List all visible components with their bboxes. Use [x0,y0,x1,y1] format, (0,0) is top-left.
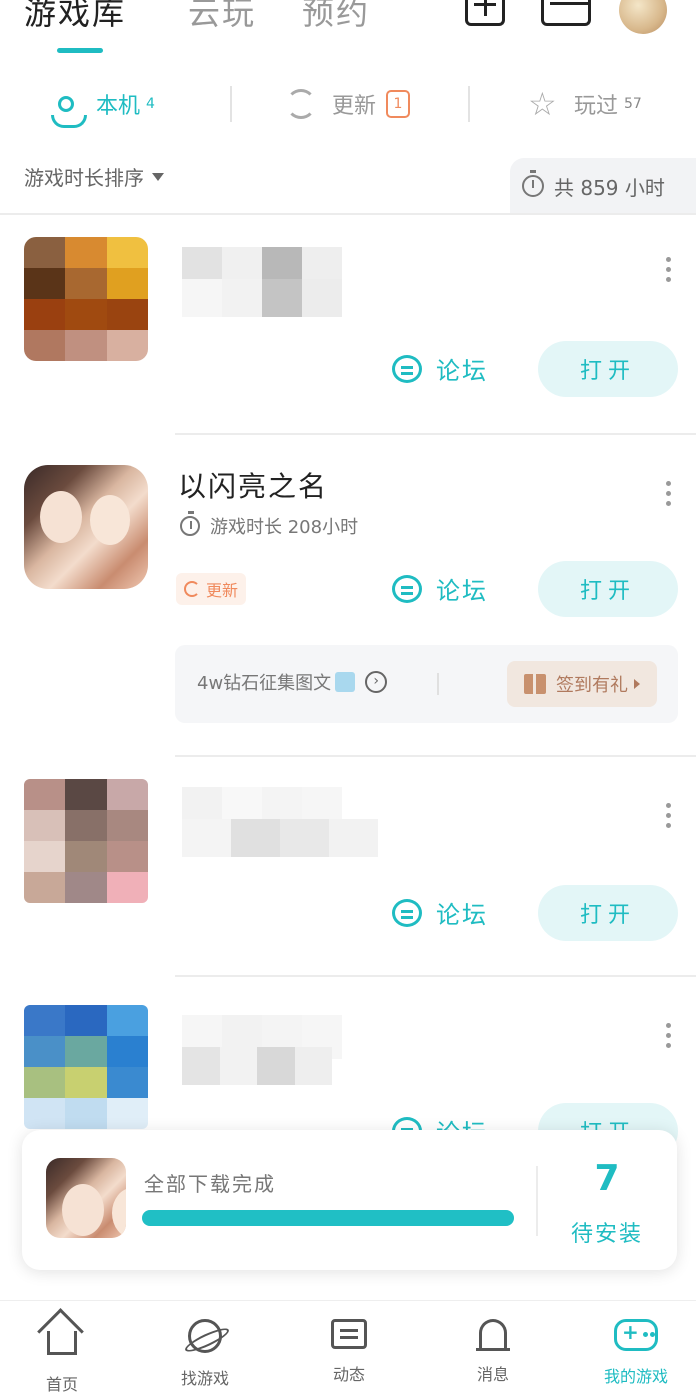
nav-feed-label: 动态 [332,1365,365,1384]
open-button[interactable]: 打开 [538,561,678,617]
filter-row: 本机 4 更新 1 ☆ 玩过 57 [0,70,696,140]
filter-played-count: 57 [624,96,642,112]
more-options-icon[interactable] [666,257,672,282]
game-card: 论坛 打开 [0,757,696,977]
nav-feed[interactable]: 动态 [299,1319,399,1385]
play-time-label: 游戏时长 208小时 [210,517,359,538]
forum-label: 论坛 [436,577,488,605]
forum-button[interactable]: 论坛 [392,351,488,386]
refresh-icon [286,89,316,119]
download-panel[interactable]: 全部下载完成 7 待安装 [22,1130,677,1270]
forum-button[interactable]: 论坛 [392,895,488,930]
refresh-icon [184,581,200,597]
game-icon[interactable] [24,1005,148,1129]
game-name-blurred [182,279,342,317]
play-time: 游戏时长 208小时 [180,511,359,539]
game-card: 以闪亮之名 游戏时长 208小时 更新 论坛 打开 4w钻石征集图文 › 签到有… [0,435,696,757]
divider [230,86,232,122]
filter-local[interactable]: 本机 4 [51,84,155,128]
game-title[interactable]: 以闪亮之名 [178,465,328,505]
download-progress-bar [142,1210,514,1226]
update-tag-label: 更新 [206,581,239,600]
top-tab-bar: 游戏库 云玩 预约 [0,0,696,62]
forum-label: 论坛 [436,901,488,929]
forum-icon [392,354,422,383]
arrow-right-icon: › [365,671,388,693]
add-game-icon[interactable] [465,0,505,26]
total-playtime: 共 859 小时 [510,158,696,214]
game-name-blurred [182,1047,332,1085]
nav-home-label: 首页 [45,1375,78,1394]
forum-icon [392,574,422,603]
pending-install-count[interactable]: 7 [562,1158,652,1199]
forum-button[interactable]: 论坛 [392,571,488,606]
filter-update-label: 更新 [332,94,377,119]
caret-right-icon [634,679,640,689]
update-tag[interactable]: 更新 [176,573,247,605]
gift-icon [335,672,356,692]
stopwatch-icon [522,170,544,197]
divider [536,1166,538,1236]
promo-text[interactable]: 4w钻石征集图文 › [197,669,388,695]
gamepad-icon [614,1319,658,1351]
stopwatch-icon [180,511,200,536]
filter-local-label: 本机 [96,94,141,119]
more-options-icon[interactable] [666,1023,672,1048]
filter-played[interactable]: ☆ 玩过 57 [528,84,642,124]
game-card: 论坛 打开 [0,977,696,1159]
checkin-button[interactable]: 签到有礼 [507,661,657,707]
download-progress-fill [142,1210,514,1226]
game-card: 论坛 打开 [0,215,696,435]
tab-game-library[interactable]: 游戏库 [24,0,126,34]
local-device-icon [51,96,87,128]
game-icon[interactable] [24,237,148,361]
divider [437,673,439,695]
calendar-icon[interactable] [541,0,591,26]
star-icon: ☆ [528,85,557,123]
divider [468,86,470,122]
promo-label: 4w钻石征集图文 [197,673,332,694]
download-status: 全部下载完成 [144,1172,276,1196]
chat-icon [331,1319,367,1349]
nav-my-games[interactable]: 我的游戏 [586,1319,686,1387]
game-icon[interactable] [24,465,148,589]
promo-banner[interactable]: 4w钻石征集图文 › 签到有礼 [175,645,678,723]
game-icon[interactable] [24,779,148,903]
total-playtime-label: 共 859 小时 [554,175,665,200]
sort-dropdown[interactable]: 游戏时长排序 [24,162,164,191]
caret-down-icon [152,172,164,181]
bottom-nav: 首页 找游戏 动态 消息 我的游戏 [0,1300,696,1400]
planet-icon [188,1319,222,1353]
home-icon [47,1331,77,1355]
open-button[interactable]: 打开 [538,885,678,941]
filter-local-count: 4 [146,96,155,112]
nav-find-games-label: 找游戏 [180,1369,229,1388]
open-button[interactable]: 打开 [538,341,678,397]
download-game-thumbnail [46,1158,126,1238]
pending-install-label[interactable]: 待安装 [562,1216,652,1248]
filter-update[interactable]: 更新 1 [286,84,411,124]
checkin-label: 签到有礼 [556,675,628,696]
forum-label: 论坛 [436,357,488,385]
tab-reservation[interactable]: 预约 [302,0,370,34]
game-name-blurred [182,819,378,857]
update-count-badge: 1 [386,90,411,118]
forum-icon [392,898,422,927]
nav-home[interactable]: 首页 [12,1319,112,1395]
avatar[interactable] [619,0,667,34]
gift-icon [524,674,546,694]
more-options-icon[interactable] [666,481,672,506]
tab-cloud-play[interactable]: 云玩 [188,0,256,34]
nav-find-games[interactable]: 找游戏 [155,1319,255,1389]
more-options-icon[interactable] [666,803,672,828]
nav-my-games-label: 我的游戏 [603,1367,668,1386]
bell-icon [476,1319,510,1351]
active-tab-indicator [57,48,103,53]
nav-messages-label: 消息 [476,1365,509,1384]
nav-messages[interactable]: 消息 [443,1319,543,1385]
sort-label: 游戏时长排序 [24,166,144,190]
filter-played-label: 玩过 [574,94,619,119]
